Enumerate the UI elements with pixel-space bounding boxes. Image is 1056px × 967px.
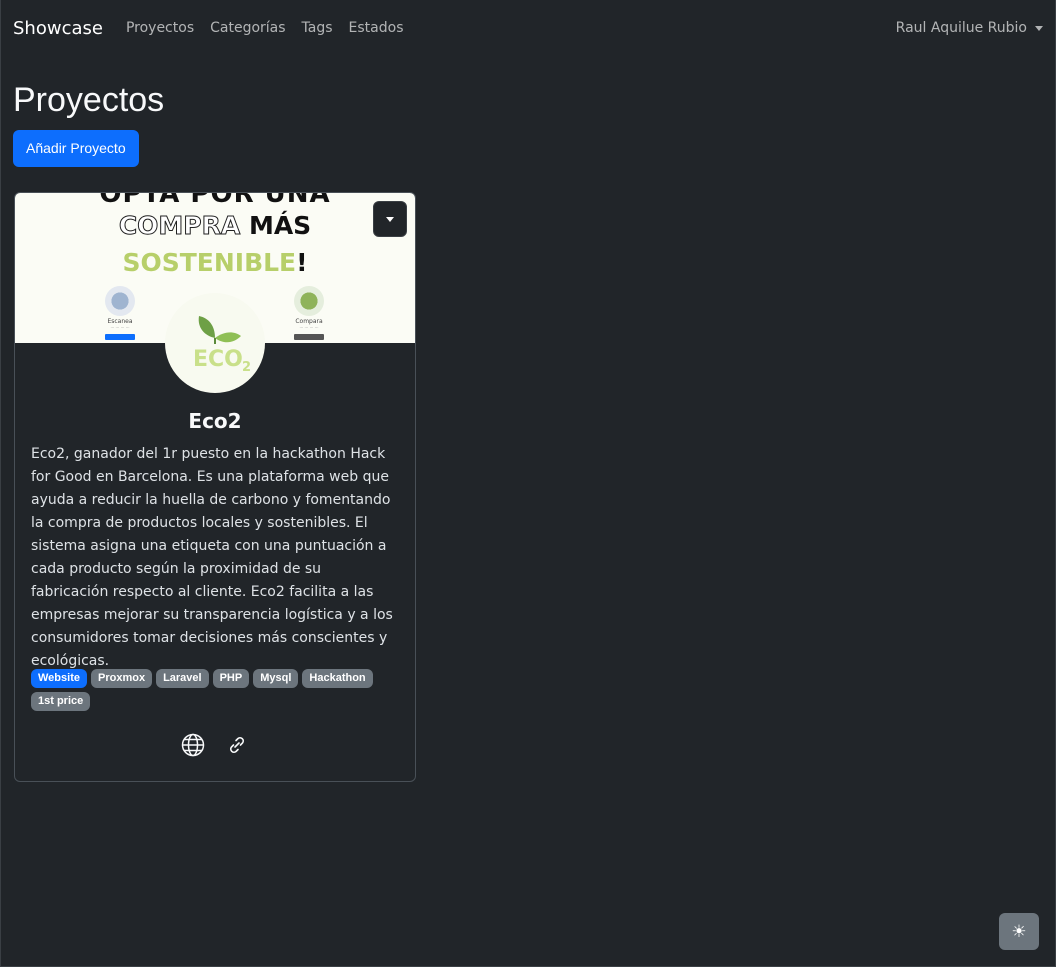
- banner-mini-button: [294, 334, 324, 340]
- globe-icon[interactable]: [181, 733, 205, 757]
- banner-exclamation: !: [296, 248, 308, 277]
- nav-link-proyectos[interactable]: Proyectos: [126, 20, 194, 36]
- theme-toggle-button[interactable]: ☀: [999, 913, 1039, 950]
- project-logo: ECO 2: [165, 293, 265, 393]
- project-links: [15, 733, 415, 757]
- card-options-dropdown[interactable]: [373, 201, 407, 237]
- svg-text:ECO: ECO: [193, 347, 243, 372]
- page-title: Proyectos: [13, 81, 165, 119]
- banner-feature-scan-label: Escanea: [107, 318, 133, 325]
- sun-icon: ☀: [1011, 921, 1027, 942]
- project-description: Eco2, ganador del 1r puesto en la hackat…: [31, 446, 393, 669]
- banner-line-1: OPTA POR UNA: [99, 193, 331, 209]
- banner-feature-scan: Escanea ··· ··· ··· ···: [85, 286, 155, 340]
- tag-badge-laravel: Laravel: [156, 669, 209, 688]
- tag-badge-mysql: Mysql: [253, 669, 299, 688]
- user-name: Raul Aquilue Rubio: [895, 20, 1027, 36]
- tag-badge-1st-price: 1st price: [31, 692, 91, 711]
- banner-line-2: COMPRA MÁS: [15, 211, 415, 241]
- banner-feature-compare-label: Compara: [295, 318, 323, 325]
- tag-badge-php: PHP: [212, 669, 250, 688]
- project-title: Eco2: [188, 409, 242, 433]
- main-container: Proyectos Añadir Proyecto: [1, 80, 1055, 167]
- leaf-compare-icon: [294, 286, 324, 316]
- project-card: OPTA POR UNA COMPRA MÁS SOSTENIBLE! Esca…: [14, 192, 416, 782]
- user-menu-dropdown[interactable]: Raul Aquilue Rubio: [896, 20, 1043, 36]
- banner-mini-button: [105, 334, 135, 340]
- banner-feature-scan-text: ··· ··· ··· ···: [110, 325, 130, 330]
- caret-down-icon: [1035, 25, 1043, 31]
- nav-link-categorias[interactable]: Categorías: [210, 20, 285, 36]
- nav-link-estados[interactable]: Estados: [349, 20, 404, 36]
- phone-scan-icon: [105, 286, 135, 316]
- banner-feature-compare: Compara ··· ··· ··· ···: [274, 286, 344, 340]
- caret-down-icon: [386, 216, 394, 222]
- banner-green-word: SOSTENIBLE: [122, 248, 297, 277]
- brand-link[interactable]: Showcase: [13, 18, 103, 39]
- project-tags: Website Proxmox Laravel PHP Mysql Hackat…: [31, 669, 399, 711]
- banner-bold-word: MÁS: [248, 211, 312, 240]
- add-project-button[interactable]: Añadir Proyecto: [13, 130, 139, 167]
- link-icon[interactable]: [225, 733, 249, 757]
- svg-text:2: 2: [242, 360, 251, 375]
- tag-badge-website: Website: [31, 669, 87, 688]
- banner-feature-compare-text: ··· ··· ··· ···: [299, 325, 319, 330]
- navbar: Showcase Proyectos Categorías Tags Estad…: [1, 0, 1055, 56]
- tag-badge-hackathon: Hackathon: [302, 669, 373, 688]
- eco2-logo-icon: ECO 2: [193, 316, 251, 375]
- tag-badge-proxmox: Proxmox: [90, 669, 153, 688]
- banner-line-3: SOSTENIBLE!: [15, 248, 415, 277]
- banner-outline-word: COMPRA: [118, 211, 241, 241]
- nav-link-tags[interactable]: Tags: [302, 20, 333, 36]
